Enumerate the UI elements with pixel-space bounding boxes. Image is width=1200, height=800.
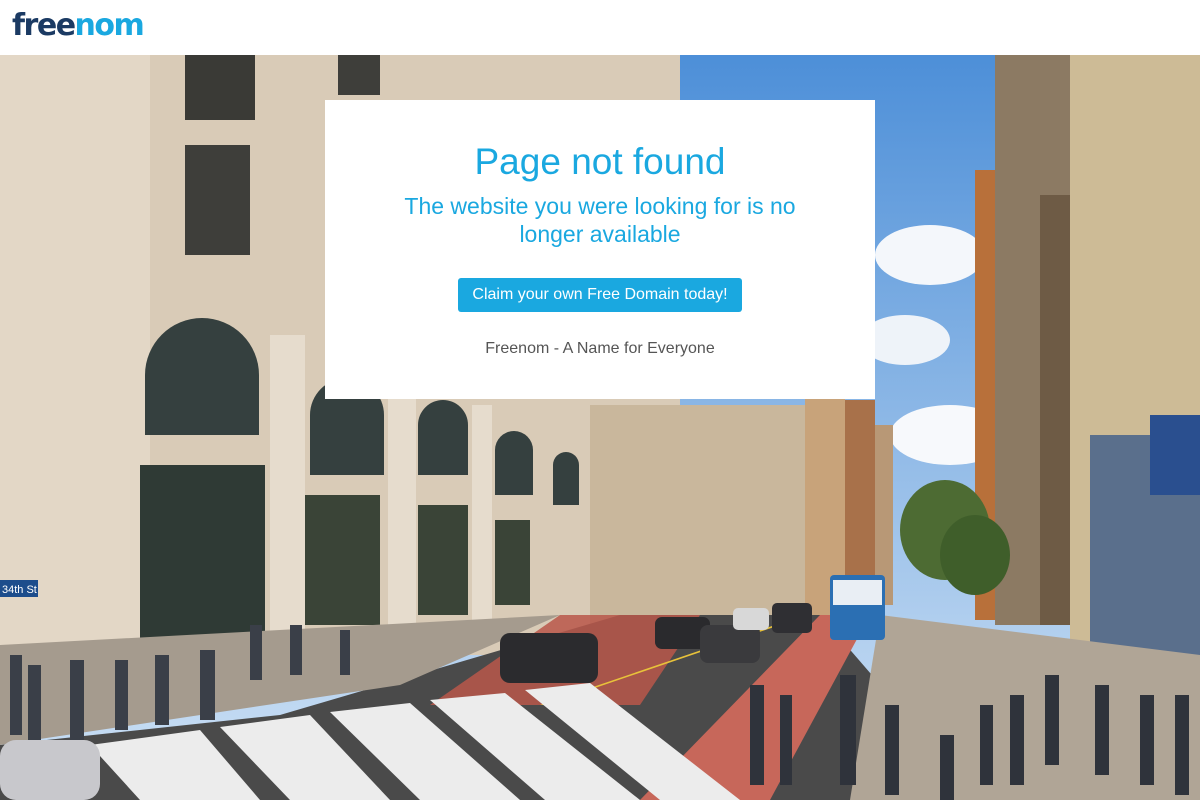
tagline: Freenom - A Name for Everyone	[485, 340, 715, 357]
error-card: Page not found The website you were look…	[325, 100, 875, 399]
page-subtitle: The website you were looking for is no l…	[404, 193, 796, 247]
site-header: freenom	[0, 0, 1200, 55]
street-sign-text: 34th St	[2, 584, 37, 596]
page-title: Page not found	[474, 141, 726, 182]
freenom-logo[interactable]: freenom	[12, 8, 145, 44]
claim-free-domain-button[interactable]: Claim your own Free Domain today!	[458, 278, 742, 312]
